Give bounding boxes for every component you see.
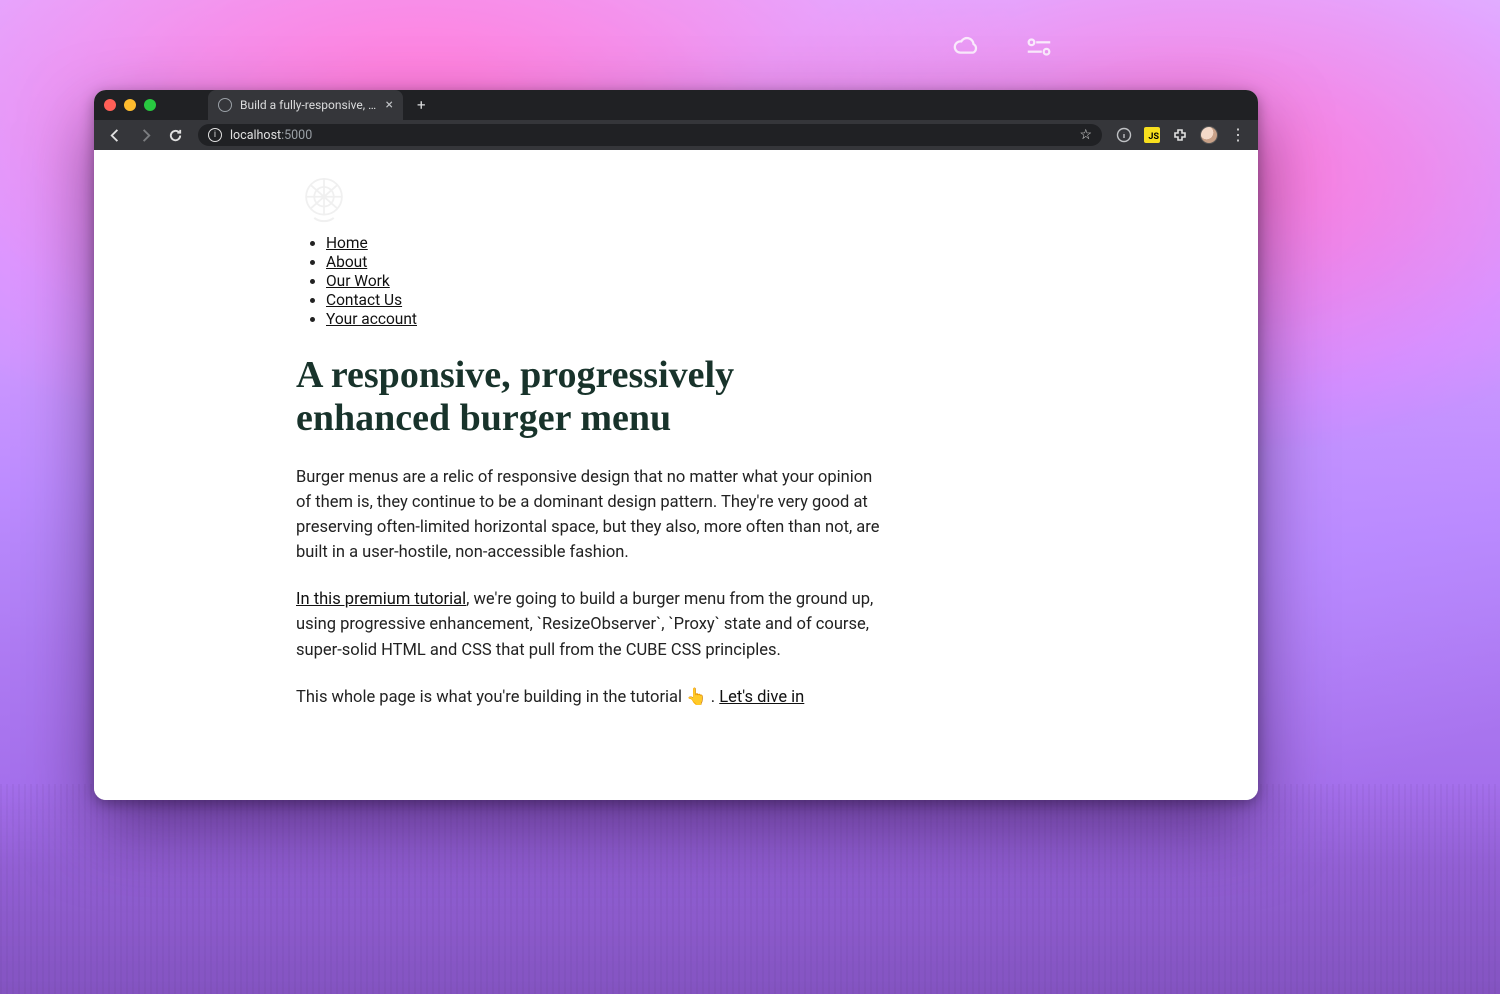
nav-item: Contact Us — [326, 291, 1056, 309]
browser-toolbar: i localhost:5000 ☆ JS ⋮ — [94, 120, 1258, 150]
toolbar-right: JS ⋮ — [1116, 126, 1246, 144]
tab-title: Build a fully-responsive, progre — [240, 98, 378, 112]
js-extension-icon[interactable]: JS — [1144, 127, 1160, 143]
url-port: :5000 — [281, 128, 312, 143]
tab-favicon — [218, 98, 232, 112]
bookmark-icon[interactable]: ☆ — [1079, 127, 1092, 143]
extensions-icon[interactable] — [1172, 127, 1188, 143]
nav-link-contact[interactable]: Contact Us — [326, 291, 402, 309]
paragraph-3-middle: . — [707, 688, 720, 707]
menubar-right-icons — [952, 34, 1054, 65]
dive-in-link[interactable]: Let's dive in — [719, 688, 804, 707]
premium-tutorial-link[interactable]: In this premium tutorial — [296, 590, 466, 609]
site-info-icon[interactable]: i — [208, 128, 222, 142]
paragraph-3-before: This whole page is what you're building … — [296, 688, 686, 707]
info-extension-icon[interactable] — [1116, 127, 1132, 143]
paragraph-2: In this premium tutorial, we're going to… — [296, 587, 886, 662]
tab-active[interactable]: Build a fully-responsive, progre × — [208, 90, 403, 120]
browser-window: Build a fully-responsive, progre × + i l… — [94, 90, 1258, 800]
nav-item: Home — [326, 234, 1056, 252]
nav-link-home[interactable]: Home — [326, 234, 368, 252]
cloud-icon — [952, 34, 982, 65]
nav-item: Your account — [326, 310, 1056, 328]
pointing-up-icon: 👆 — [686, 688, 707, 707]
nav-link-account[interactable]: Your account — [326, 310, 417, 328]
page-viewport: Home About Our Work Contact Us Your acco… — [94, 150, 1258, 800]
tab-strip: Build a fully-responsive, progre × + — [94, 90, 1258, 120]
window-close-button[interactable] — [104, 99, 116, 111]
article-body: Burger menus are a relic of responsive d… — [296, 465, 1056, 710]
profile-avatar[interactable] — [1200, 126, 1218, 144]
page-content: Home About Our Work Contact Us Your acco… — [94, 150, 1258, 772]
back-button[interactable] — [102, 122, 128, 148]
site-logo — [296, 172, 352, 228]
primary-nav: Home About Our Work Contact Us Your acco… — [296, 234, 1056, 328]
window-minimize-button[interactable] — [124, 99, 136, 111]
new-tab-button[interactable]: + — [403, 96, 440, 114]
nav-item: About — [326, 253, 1056, 271]
address-bar[interactable]: i localhost:5000 ☆ — [198, 124, 1102, 146]
window-maximize-button[interactable] — [144, 99, 156, 111]
forward-button[interactable] — [132, 122, 158, 148]
window-controls — [104, 99, 156, 111]
paragraph-3: This whole page is what you're building … — [296, 685, 886, 710]
paragraph-1: Burger menus are a relic of responsive d… — [296, 465, 886, 565]
nav-link-about[interactable]: About — [326, 253, 367, 271]
page-heading: A responsive, progressively enhanced bur… — [296, 354, 896, 439]
reload-button[interactable] — [162, 122, 188, 148]
nav-item: Our Work — [326, 272, 1056, 290]
url-host: localhost — [230, 128, 281, 143]
url-text: localhost:5000 — [230, 128, 312, 143]
close-icon[interactable]: × — [386, 97, 393, 113]
nav-link-work[interactable]: Our Work — [326, 272, 390, 290]
control-center-icon — [1024, 34, 1054, 65]
